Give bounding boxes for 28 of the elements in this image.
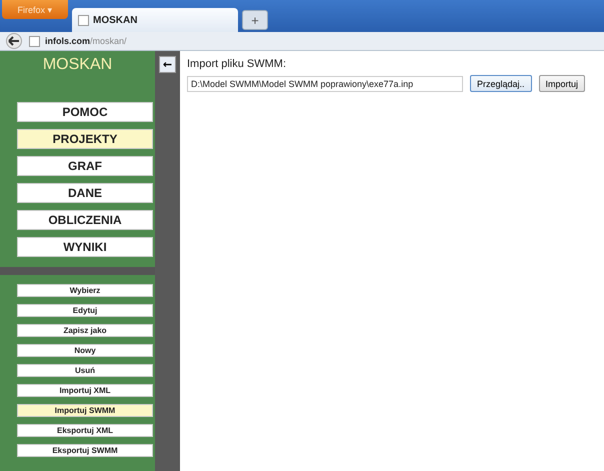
submenu-button[interactable]: Eksportuj SWMM — [17, 444, 153, 457]
submenu-button[interactable]: Importuj XML — [17, 384, 153, 397]
submenu-button[interactable]: Zapisz jako — [17, 324, 153, 337]
menu-button[interactable]: DANE — [17, 183, 153, 203]
page-icon — [29, 36, 40, 46]
page-icon — [78, 14, 89, 26]
browse-button[interactable]: Przeglądaj.. — [470, 75, 532, 92]
submenu-button[interactable]: Nowy — [17, 344, 153, 357]
menu-button[interactable]: OBLICZENIA — [17, 210, 153, 230]
submenu-button[interactable]: Edytuj — [17, 304, 153, 317]
file-path-field[interactable]: D:\Model SWMM\Model SWMM poprawiony\exe77a.inp — [187, 76, 463, 92]
collapse-button[interactable]: ← — [159, 56, 176, 73]
submenu-button[interactable]: Eksportuj XML — [17, 424, 153, 437]
submenu-button[interactable]: Usuń — [17, 364, 153, 377]
menu-button[interactable]: POMOC — [17, 102, 153, 122]
import-heading: Import pliku SWMM: — [187, 58, 288, 70]
back-icon[interactable] — [4, 33, 24, 49]
import-button[interactable]: Importuj — [538, 75, 586, 92]
submenu-button[interactable]: Importuj SWMM — [17, 404, 153, 417]
new-tab-button[interactable]: + — [242, 10, 268, 30]
submenu-button[interactable]: Wybierz — [17, 284, 153, 297]
url-text[interactable]: infols.com/moskan/ — [45, 36, 127, 46]
menu-button[interactable]: PROJEKTY — [17, 129, 153, 149]
menu-button[interactable]: GRAF — [17, 156, 153, 176]
menu-button[interactable]: WYNIKI — [17, 237, 153, 257]
tab-title: MOSKAN — [93, 14, 138, 26]
browser-tab[interactable]: MOSKAN — [72, 8, 238, 32]
app-title: MOSKAN — [42, 55, 114, 75]
